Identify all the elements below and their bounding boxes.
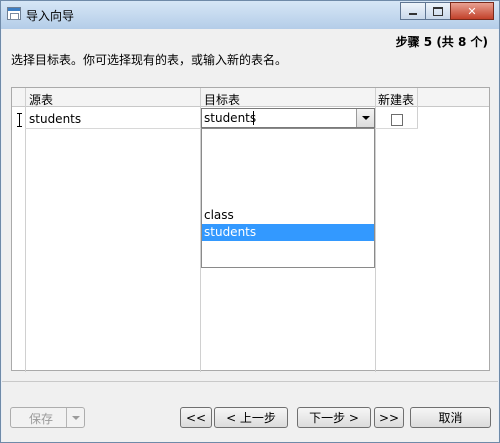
wizard-content: 步骤 5 (共 8 个) 选择目标表。你可选择现有的表，或输入新的表名。 源表 …: [2, 29, 498, 442]
previous-step-button[interactable]: < 上一步: [214, 407, 288, 428]
source-table-cell[interactable]: students: [29, 112, 81, 126]
minimize-icon: [409, 13, 417, 15]
instruction-text: 选择目标表。你可选择现有的表，或输入新的表名。: [11, 53, 288, 67]
first-step-button[interactable]: <<: [180, 407, 212, 428]
header-source-table[interactable]: 源表: [29, 91, 53, 108]
maximize-icon: [433, 6, 443, 16]
minimize-button[interactable]: [400, 2, 426, 20]
combobox-dropdown-button[interactable]: [356, 109, 374, 127]
new-table-checkbox[interactable]: [391, 114, 403, 126]
save-button[interactable]: 保存: [10, 407, 85, 428]
table-mapping-grid: 源表 目标表 新建表 students students class stude…: [11, 87, 490, 372]
header-new-table[interactable]: 新建表: [378, 91, 414, 108]
target-table-value: students: [204, 111, 257, 125]
window-controls: ✕: [400, 2, 494, 20]
close-button[interactable]: ✕: [450, 2, 494, 20]
dropdown-option-students[interactable]: students: [202, 224, 374, 241]
footer-divider: [2, 381, 498, 382]
last-step-button[interactable]: >>: [374, 407, 404, 428]
maximize-button[interactable]: [425, 2, 451, 20]
import-wizard-window: 导入向导 ✕ 步骤 5 (共 8 个) 选择目标表。你可选择现有的表，或输入新的…: [0, 0, 500, 443]
step-indicator: 步骤 5 (共 8 个): [395, 35, 488, 49]
dropdown-option-class[interactable]: class: [202, 207, 374, 224]
chevron-down-icon: [361, 116, 370, 120]
close-icon: ✕: [467, 4, 477, 18]
window-title: 导入向导: [26, 9, 75, 23]
app-icon: [7, 7, 21, 20]
header-target-table[interactable]: 目标表: [204, 91, 240, 108]
next-step-button[interactable]: 下一步 >: [297, 407, 371, 428]
text-cursor-icon: [17, 113, 23, 127]
target-table-dropdown-list: class students: [201, 128, 375, 268]
cancel-button[interactable]: 取消: [410, 407, 491, 428]
target-table-combobox[interactable]: students: [201, 108, 375, 128]
save-dropdown-arrow[interactable]: [66, 408, 84, 427]
title-bar[interactable]: 导入向导 ✕: [1, 1, 499, 29]
chevron-down-icon: [71, 415, 80, 420]
